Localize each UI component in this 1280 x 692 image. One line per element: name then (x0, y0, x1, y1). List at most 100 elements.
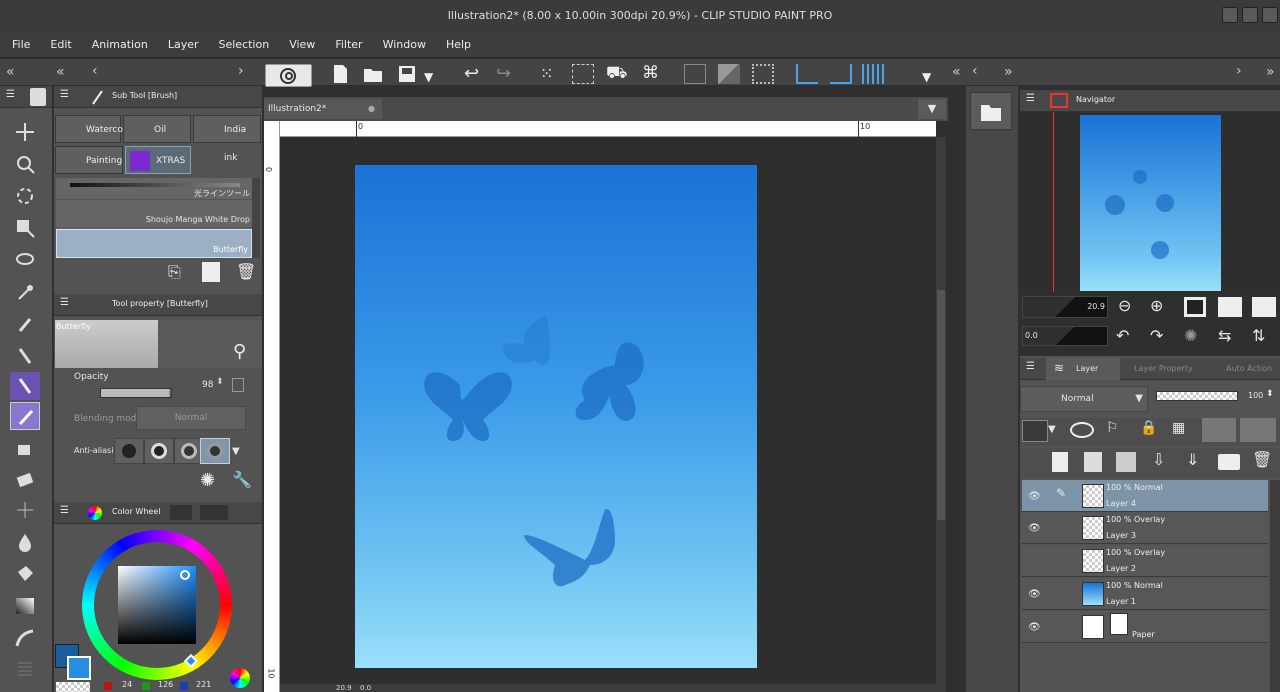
zoom-out-icon[interactable]: ⊖ (1118, 296, 1131, 315)
chevron-left-icon[interactable]: ‹ (92, 63, 98, 79)
menu-layer[interactable]: Layer (158, 31, 209, 58)
collapse-sub-icon[interactable]: « (56, 64, 65, 80)
zoom-in-icon[interactable]: ⊕ (1150, 296, 1163, 315)
sub-tool-item-white-drop[interactable]: Shoujo Manga White Drop (56, 200, 252, 228)
special-ruler-snap-icon[interactable] (830, 64, 852, 84)
lock-transparency-icon[interactable]: ▦ (1172, 420, 1185, 436)
opacity-spinner-icon[interactable]: ⬍ (216, 377, 224, 387)
transfer-down-icon[interactable]: ⇩ (1152, 450, 1165, 469)
menu-window[interactable]: Window (373, 31, 436, 58)
create-mask-icon[interactable] (1218, 454, 1240, 470)
zoom-tool-icon[interactable] (10, 150, 40, 178)
layer-menu-icon[interactable]: ☰ (1026, 361, 1035, 372)
command-menu-icon[interactable]: ▼ (922, 70, 931, 84)
move-tool-icon[interactable] (10, 118, 40, 146)
layer-blend-select[interactable]: Normal ▼ (1020, 386, 1148, 412)
fill-tool-icon[interactable] (10, 528, 40, 556)
lasso-tool-icon[interactable] (10, 246, 40, 274)
eyedropper-icon[interactable] (10, 310, 40, 338)
visibility-eye-icon[interactable]: 👁 (1028, 523, 1041, 534)
layer-property-tab[interactable]: Layer Property (1134, 364, 1193, 373)
chevron-right-nav-icon[interactable]: › (1236, 63, 1242, 79)
clip-studio-button[interactable] (265, 64, 312, 87)
opacity-pressure-toggle[interactable] (232, 378, 244, 392)
new-vector-layer-icon[interactable] (1084, 452, 1102, 472)
save-icon[interactable] (396, 63, 418, 85)
ruler-layer-icon[interactable] (1240, 418, 1276, 442)
brush-tool-icon[interactable] (10, 402, 40, 430)
pen-tool-icon[interactable] (10, 342, 40, 370)
opacity-value[interactable]: 98 (202, 380, 213, 390)
save-dropdown-icon[interactable]: ▼ (424, 70, 433, 84)
new-subtool-icon[interactable] (202, 262, 220, 282)
navigator-view-frame[interactable] (1053, 112, 1054, 292)
layer-row[interactable]: 👁 Paper (1022, 611, 1268, 643)
canvas-vscroll-thumb[interactable] (937, 290, 945, 520)
aa-none-button[interactable] (114, 438, 144, 464)
delete-subtool-icon[interactable]: 🗑 (236, 262, 256, 281)
sub-tool-item-butterfly[interactable]: Butterfly (56, 229, 252, 258)
rotate-right-icon[interactable]: ↷ (1150, 326, 1163, 345)
status-angle[interactable]: 0.0 (360, 684, 371, 692)
layer-opacity-value[interactable]: 100 (1248, 391, 1263, 400)
sub-tool-scrollbar[interactable] (252, 178, 260, 258)
hide-selection-icon[interactable] (684, 64, 706, 84)
magnifier-icon[interactable]: ⚲ (233, 341, 246, 362)
sub-color-swatch[interactable] (67, 656, 91, 680)
sub-tool-item-light-line[interactable]: 光ラインツール (56, 178, 252, 200)
rotate-tool-icon[interactable] (10, 182, 40, 210)
sub-tool-menu-icon[interactable]: ☰ (60, 89, 69, 100)
wrench-icon[interactable]: 🔧 (232, 470, 252, 489)
rotate-left-icon[interactable]: ↶ (1116, 326, 1129, 345)
illustration-canvas[interactable] (355, 165, 757, 668)
layer-row[interactable]: 100 % Overlay Layer 2 (1022, 545, 1268, 577)
visibility-eye-icon[interactable]: 👁 (1028, 491, 1041, 502)
grid-snap-icon[interactable] (862, 64, 884, 84)
layer-color-icon[interactable] (1022, 420, 1048, 442)
transparent-color-swatch[interactable] (4, 682, 32, 692)
brush-group-painting[interactable]: Painting (55, 146, 123, 174)
select-all-icon[interactable] (572, 64, 594, 84)
flip-horizontal-icon[interactable]: ⇆ (1218, 326, 1231, 345)
menu-edit[interactable]: Edit (40, 31, 81, 58)
auto-action-tab[interactable]: Auto Action (1226, 364, 1272, 373)
layer-row[interactable]: 👁 100 % Normal Layer 1 (1022, 578, 1268, 610)
color-wheel-tab-icon[interactable] (88, 506, 102, 520)
color-menu-icon[interactable]: ☰ (60, 505, 69, 516)
layer-row[interactable]: 👁 100 % Overlay Layer 3 (1022, 512, 1268, 544)
layer-color-dropdown-icon[interactable]: ▼ (1048, 424, 1056, 435)
aa-dropdown-icon[interactable]: ▼ (232, 446, 240, 457)
brush-group-xtras[interactable]: XTRAS (125, 146, 191, 174)
sv-cursor[interactable] (180, 570, 190, 580)
brush-group-india-ink[interactable]: India ink (193, 115, 261, 163)
delete-layer-icon[interactable]: 🗑 (1252, 450, 1272, 469)
expand-right-icon[interactable]: » (1004, 64, 1013, 80)
visibility-eye-icon[interactable]: 👁 (1028, 589, 1041, 600)
layer-opacity-slider[interactable] (1156, 391, 1238, 401)
frame-tool-icon[interactable] (10, 654, 40, 682)
fit-navigator-icon[interactable] (1218, 297, 1242, 317)
fit-screen-icon[interactable] (1184, 297, 1206, 317)
brush-group-oil-paint[interactable]: Oil paint (123, 115, 191, 163)
aa-strong-button[interactable] (200, 438, 230, 464)
chevron-right-icon[interactable]: › (238, 63, 244, 79)
canvas-hscroll[interactable] (280, 684, 936, 692)
tab-menu-icon[interactable]: ▼ (918, 99, 946, 119)
menu-selection[interactable]: Selection (209, 31, 280, 58)
color-set-tab[interactable] (200, 505, 228, 520)
chevron-left-right-icon[interactable]: ‹ (972, 63, 978, 79)
open-folder-icon[interactable] (362, 63, 384, 85)
fill-icon[interactable]: ⛟ (606, 63, 627, 85)
opacity-spin-icon[interactable]: ⬍ (1266, 389, 1274, 399)
transparent-swatch[interactable] (56, 682, 90, 692)
collapse-left-icon[interactable]: « (6, 64, 15, 80)
eraser-tool-icon[interactable] (10, 466, 40, 494)
tab-close-icon[interactable]: ● (368, 99, 375, 119)
redo-icon[interactable]: ↪ (496, 63, 511, 84)
actual-size-icon[interactable] (1252, 297, 1276, 317)
new-raster-layer-icon[interactable] (1052, 452, 1068, 472)
canvas-tab[interactable]: Illustration2* ● (264, 99, 382, 119)
rotate-slider[interactable]: 0.0 (1022, 326, 1108, 346)
reference-layer-icon[interactable]: ⚐ (1106, 420, 1119, 436)
menu-filter[interactable]: Filter (325, 31, 372, 58)
